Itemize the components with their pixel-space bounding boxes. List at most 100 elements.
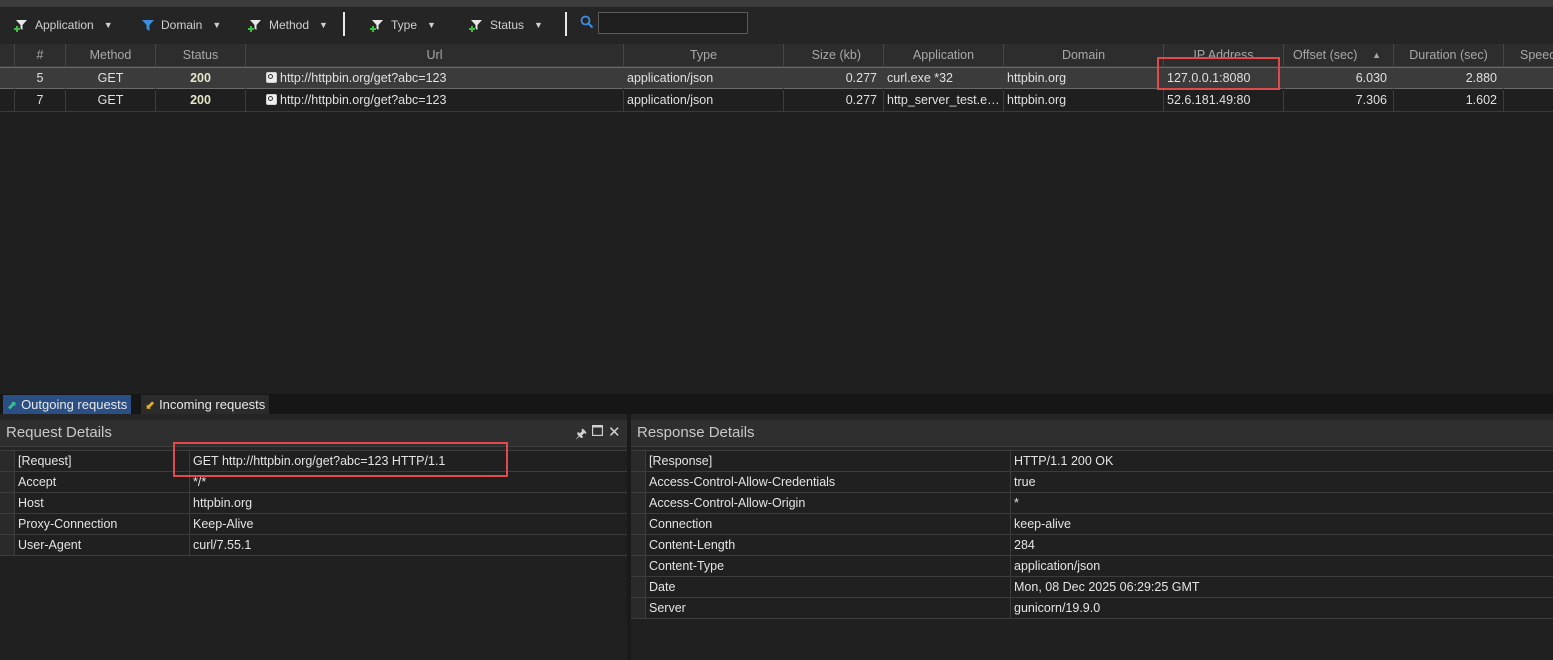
column-header-speed[interactable]: Speed	[1504, 44, 1553, 66]
type-filter-button[interactable]: Type ▼	[370, 15, 436, 35]
filter-add-icon	[370, 17, 386, 33]
toolbar-separator	[343, 12, 345, 36]
column-header-size[interactable]: Size (kb)	[784, 44, 884, 66]
column-header-domain[interactable]: Domain	[1004, 44, 1164, 66]
cell-offset: 7.306	[1284, 90, 1394, 111]
filter-add-icon	[14, 17, 30, 33]
list-item[interactable]: Proxy-Connection Keep-Alive	[0, 514, 627, 535]
chevron-down-icon: ▼	[103, 20, 113, 30]
column-header-application[interactable]: Application	[884, 44, 1004, 66]
tab-outgoing-label: Outgoing requests	[21, 397, 128, 412]
direction-tabs: ⬈ Outgoing requests ⬋ Incoming requests	[0, 394, 1553, 414]
table-row[interactable]: 7 GET 200 http://httpbin.org/get?abc=123…	[0, 90, 1553, 112]
pin-icon[interactable]: 🖈	[575, 425, 587, 447]
cell-size: 0.277	[784, 68, 884, 89]
response-value: 284	[1014, 538, 1035, 552]
response-value: HTTP/1.1 200 OK	[1014, 454, 1114, 468]
row-gutter	[631, 577, 646, 597]
domain-filter-button[interactable]: Domain ▼	[140, 15, 221, 35]
search-input[interactable]	[598, 12, 748, 34]
row-gutter	[631, 598, 646, 618]
response-details-table: [Response] HTTP/1.1 200 OK Access-Contro…	[631, 450, 1553, 660]
column-header-status[interactable]: Status	[156, 44, 246, 66]
filter-add-icon	[248, 17, 264, 33]
cell-ip-address: 52.6.181.49:80	[1164, 90, 1284, 111]
column-header-type[interactable]: Type	[624, 44, 784, 66]
row-gutter	[631, 451, 646, 471]
row-gutter	[631, 472, 646, 492]
request-key: Host	[18, 493, 190, 513]
status-filter-label: Status	[490, 18, 525, 32]
column-header-url[interactable]: Url	[246, 44, 624, 66]
cell-number: 7	[15, 90, 66, 111]
cell-type: application/json	[624, 68, 784, 89]
column-header-ip-address[interactable]: IP Address	[1164, 44, 1284, 66]
maximize-icon[interactable]	[591, 424, 604, 439]
response-key: Connection	[649, 514, 1011, 534]
application-filter-label: Application	[35, 18, 94, 32]
request-value: */*	[193, 475, 207, 489]
response-key: Content-Type	[649, 556, 1011, 576]
method-filter-button[interactable]: Method ▼	[248, 15, 328, 35]
chevron-down-icon: ▼	[319, 20, 328, 30]
response-key: Server	[649, 598, 1011, 618]
list-item[interactable]: Content-Length 284	[631, 535, 1553, 556]
column-header-duration[interactable]: Duration (sec)	[1394, 44, 1504, 66]
cell-duration: 2.880	[1394, 68, 1504, 89]
row-gutter	[0, 90, 15, 111]
column-header-method[interactable]: Method	[66, 44, 156, 66]
row-gutter	[631, 535, 646, 555]
response-key: Access-Control-Allow-Origin	[649, 493, 1011, 513]
list-item[interactable]: Server gunicorn/19.9.0	[631, 598, 1553, 619]
page-icon	[266, 72, 277, 83]
response-value: application/json	[1014, 559, 1101, 573]
response-value: gunicorn/19.9.0	[1014, 601, 1101, 615]
status-filter-button[interactable]: Status ▼	[469, 15, 543, 35]
row-gutter	[0, 493, 15, 513]
offset-header-label: Offset (sec)	[1293, 48, 1358, 62]
list-item[interactable]: Content-Type application/json	[631, 556, 1553, 577]
cell-method: GET	[66, 90, 156, 111]
column-header-number[interactable]: #	[15, 44, 66, 66]
cell-domain: httpbin.org	[1004, 90, 1164, 111]
filter-toolbar: Application ▼ Domain ▼ Method ▼ Type ▼ S…	[0, 7, 1553, 44]
url-text: http://httpbin.org/get?abc=123	[280, 93, 447, 107]
chevron-down-icon: ▼	[427, 20, 436, 30]
response-value: true	[1014, 475, 1036, 489]
cell-domain: httpbin.org	[1004, 68, 1164, 89]
cell-number: 5	[15, 68, 66, 89]
column-header-offset[interactable]: Offset (sec) ▲	[1284, 44, 1394, 66]
list-item[interactable]: Date Mon, 08 Dec 2025 06:29:25 GMT	[631, 577, 1553, 598]
list-item[interactable]: [Request] GET http://httpbin.org/get?abc…	[0, 451, 627, 472]
header-gutter	[0, 44, 15, 66]
response-details-panel: Response Details [Response] HTTP/1.1 200…	[631, 420, 1553, 660]
incoming-arrow-icon: ⬋	[145, 397, 156, 412]
list-item[interactable]: Access-Control-Allow-Credentials true	[631, 472, 1553, 493]
cell-speed	[1504, 90, 1553, 111]
tab-outgoing-requests[interactable]: ⬈ Outgoing requests	[3, 395, 132, 414]
domain-filter-label: Domain	[161, 18, 203, 32]
filter-add-icon	[469, 17, 485, 33]
list-item[interactable]: User-Agent curl/7.55.1	[0, 535, 627, 556]
tab-incoming-requests[interactable]: ⬋ Incoming requests	[141, 395, 270, 414]
request-details-title: Request Details	[0, 420, 627, 447]
filter-icon	[140, 17, 156, 33]
cell-status: 200	[156, 90, 246, 111]
page-icon	[266, 94, 277, 105]
cell-url: http://httpbin.org/get?abc=123	[246, 90, 624, 111]
application-filter-button[interactable]: Application ▼	[14, 15, 113, 35]
table-row[interactable]: 5 GET 200 http://httpbin.org/get?abc=123…	[0, 67, 1553, 89]
list-item[interactable]: [Response] HTTP/1.1 200 OK	[631, 451, 1553, 472]
request-key: User-Agent	[18, 535, 190, 555]
list-item[interactable]: Access-Control-Allow-Origin *	[631, 493, 1553, 514]
request-key: Proxy-Connection	[18, 514, 190, 534]
cell-method: GET	[66, 68, 156, 89]
list-item[interactable]: Accept */*	[0, 472, 627, 493]
request-key: Accept	[18, 472, 190, 492]
toolbar-separator	[565, 12, 567, 36]
list-item[interactable]: Connection keep-alive	[631, 514, 1553, 535]
cell-application: curl.exe *32	[884, 68, 1004, 89]
row-gutter	[0, 514, 15, 534]
close-icon[interactable]: ✕	[608, 423, 621, 441]
list-item[interactable]: Host httpbin.org	[0, 493, 627, 514]
